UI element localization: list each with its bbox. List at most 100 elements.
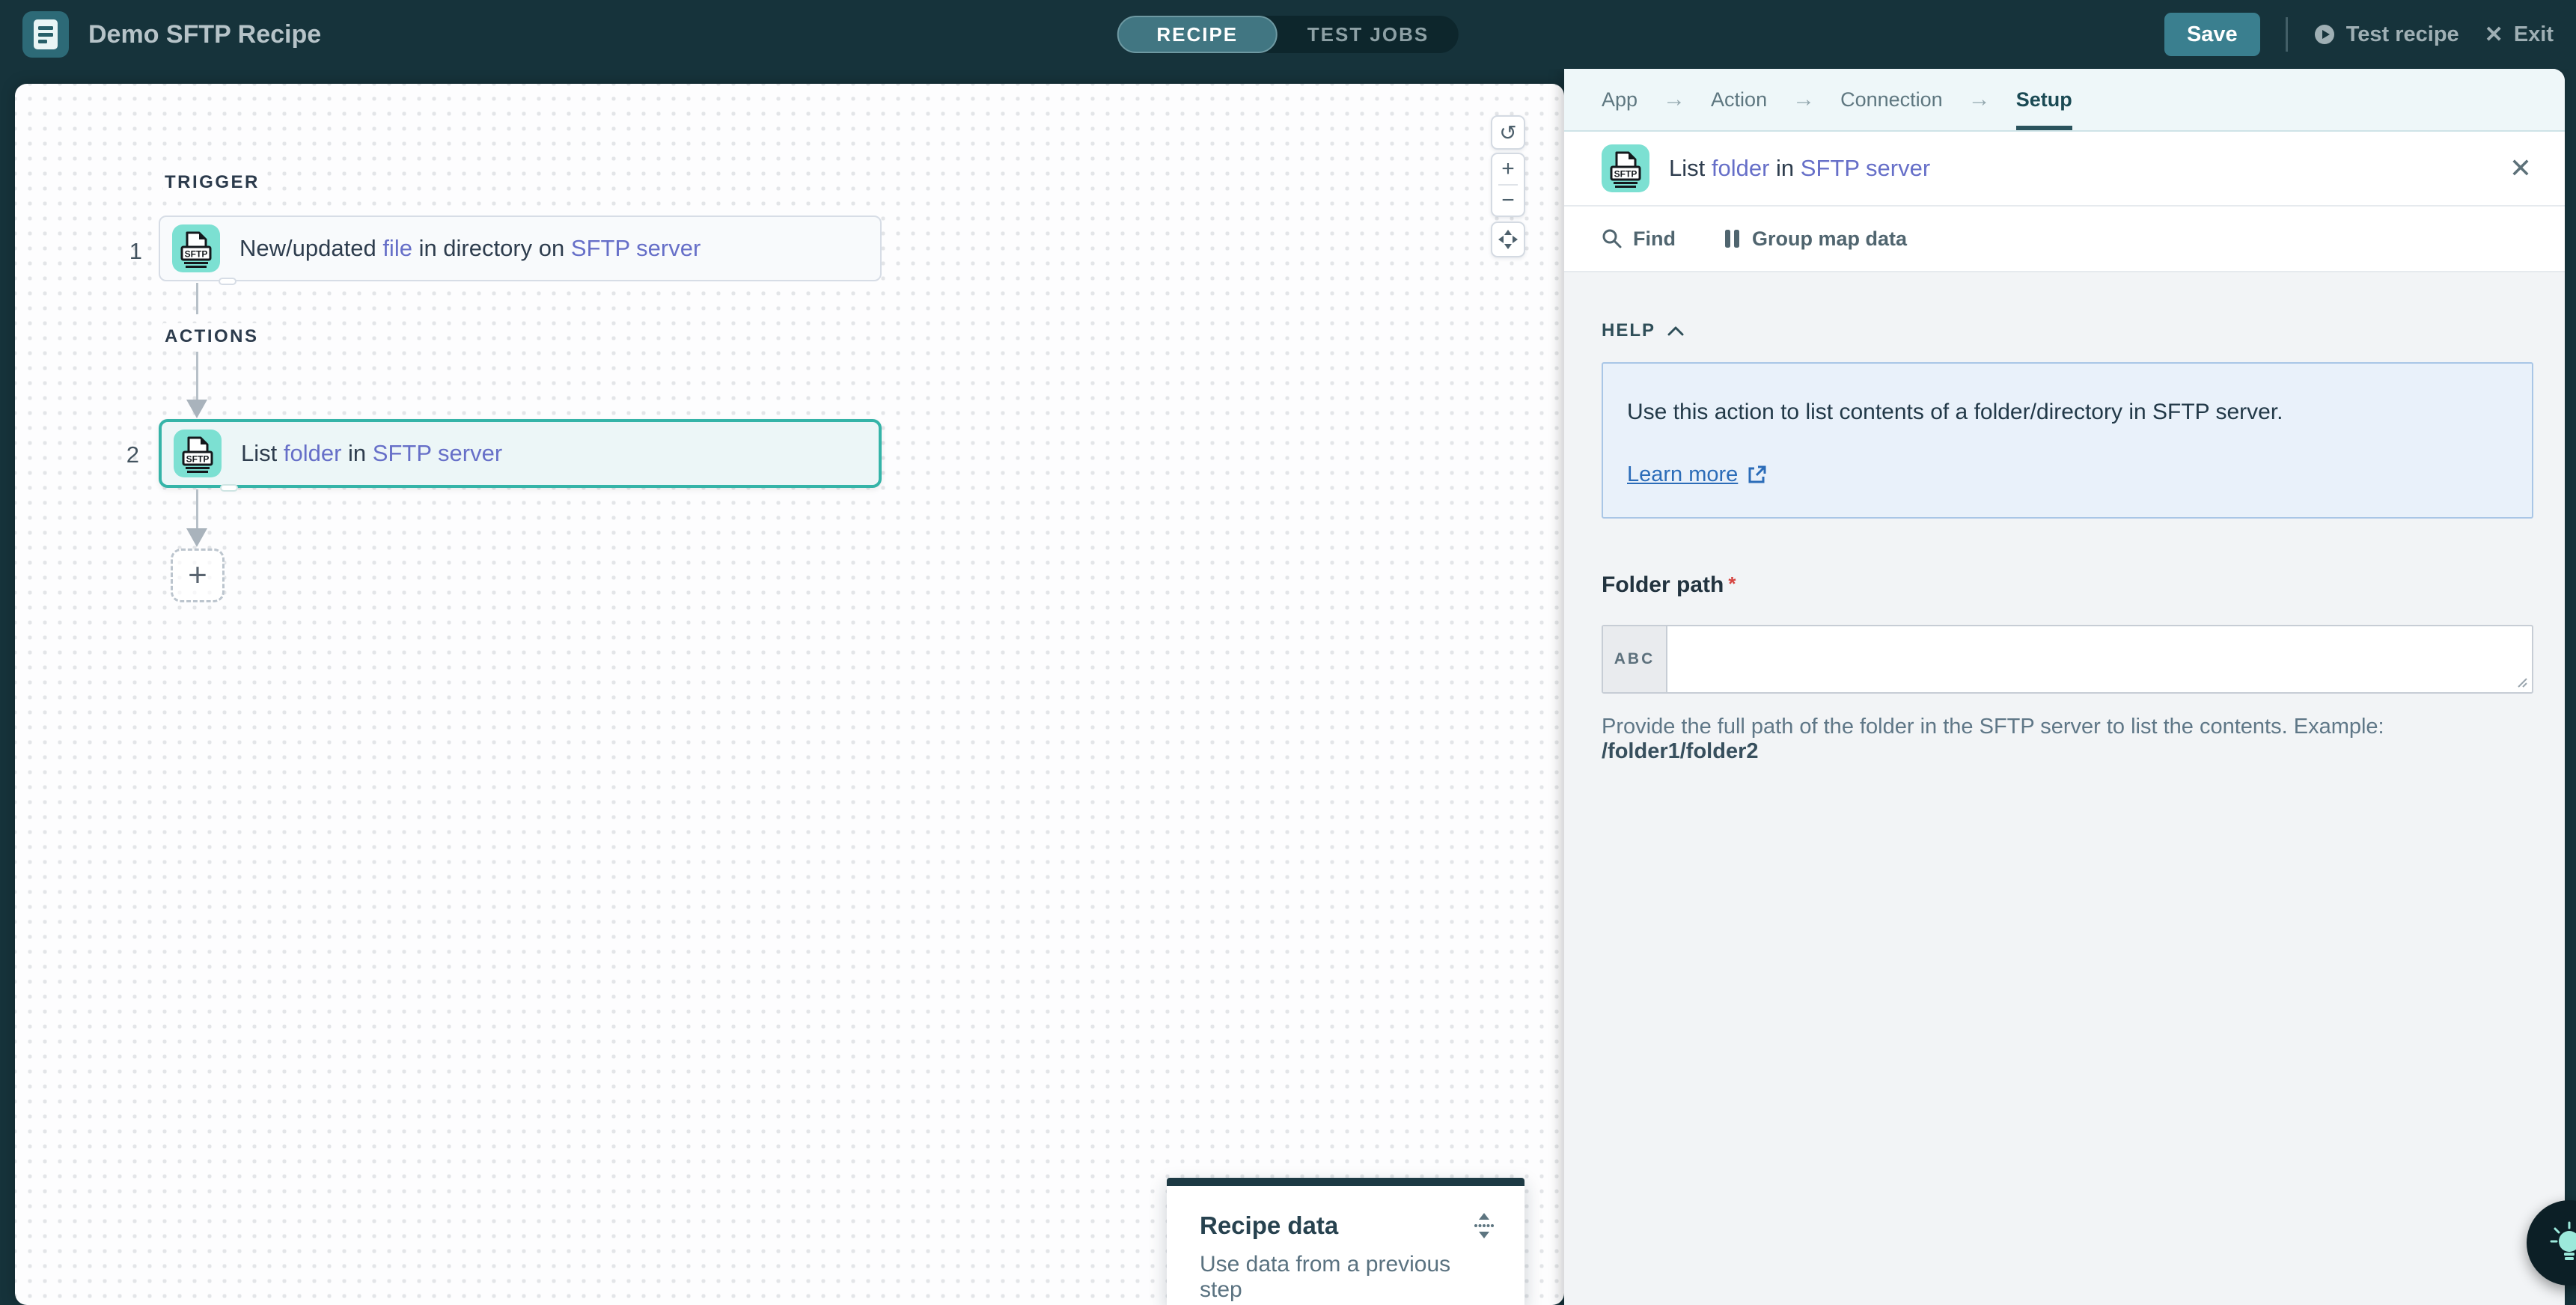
trigger-step-card[interactable]: SFTP New/updated file in directory on SF… — [159, 216, 882, 285]
tab-recipe[interactable]: RECIPE — [1117, 16, 1278, 53]
test-recipe-button[interactable]: Test recipe — [2313, 22, 2459, 47]
helper-text: Provide the full path of the folder in t… — [1602, 714, 2384, 739]
close-panel-button[interactable]: ✕ — [2509, 155, 2532, 182]
test-recipe-label: Test recipe — [2345, 22, 2459, 46]
sftp-app-icon: SFTP — [1602, 144, 1649, 192]
zoom-reset-button[interactable]: ↺ — [1491, 115, 1525, 150]
step-text-link[interactable]: SFTP server — [373, 440, 502, 466]
folder-path-input[interactable] — [1667, 626, 2532, 692]
connector-arrowhead — [186, 400, 207, 418]
top-header: Demo SFTP Recipe RECIPE TEST JOBS Save T… — [0, 0, 2576, 69]
arrow-right-icon: → — [1663, 87, 1686, 111]
folder-path-label: Folder path * — [1602, 572, 2533, 598]
page-title: Demo SFTP Recipe — [88, 19, 322, 49]
help-section-toggle[interactable]: HELP — [1602, 320, 2533, 341]
step-number: 1 — [129, 238, 142, 264]
action-step-text: List folder in SFTP server — [241, 440, 502, 467]
required-asterisk: * — [1728, 572, 1736, 595]
step-notch — [219, 278, 236, 285]
svg-text:SFTP: SFTP — [185, 249, 208, 260]
step-text-part: in directory on — [412, 235, 571, 261]
helper-example: /folder1/folder2 — [1602, 739, 1759, 763]
chevron-up-icon — [1667, 326, 1684, 336]
panel-title-row: SFTP List folder in SFTP server ✕ — [1564, 132, 2565, 207]
title-link[interactable]: folder — [1712, 155, 1770, 181]
folder-path-helper: Provide the full path of the folder in t… — [1602, 715, 2533, 764]
group-map-data-button[interactable]: Group map data — [1724, 227, 1907, 251]
connector-line — [196, 489, 198, 528]
recipe-logo-icon — [22, 11, 69, 58]
add-step-button[interactable]: + — [171, 548, 225, 602]
folder-path-label-text: Folder path — [1602, 572, 1724, 597]
title-part: in — [1769, 155, 1801, 181]
zoom-in-button[interactable]: + — [1492, 154, 1524, 184]
zoom-out-button[interactable]: − — [1492, 186, 1524, 216]
recipe-data-top-bar — [1167, 1178, 1524, 1186]
close-icon: ✕ — [2484, 22, 2503, 47]
resize-grip-icon[interactable] — [2514, 674, 2527, 688]
recipe-tabbar: RECIPE TEST JOBS — [1117, 16, 1459, 53]
minus-icon: − — [1501, 188, 1515, 213]
fit-to-screen-button[interactable] — [1491, 221, 1525, 257]
help-section-label: HELP — [1602, 320, 1656, 340]
arrow-right-icon: → — [1792, 87, 1816, 111]
help-box: Use this action to list contents of a fo… — [1602, 362, 2533, 519]
lightbulb-icon — [2550, 1221, 2576, 1260]
folder-path-field: ABC — [1602, 624, 2533, 694]
connector-arrowhead — [186, 528, 207, 547]
header-divider — [2285, 17, 2288, 52]
title-link[interactable]: SFTP server — [1801, 155, 1930, 181]
trigger-step-text: New/updated file in directory on SFTP se… — [239, 235, 701, 262]
connector-line — [196, 283, 198, 314]
panel-step-title: List folder in SFTP server — [1669, 155, 1930, 182]
document-icon — [34, 19, 58, 49]
step-config-panel: App → Action → Connection → Setup SFTP L… — [1564, 69, 2565, 1305]
connector-line — [196, 352, 198, 400]
step-text-part: List — [241, 440, 284, 466]
actions-section-label: ACTIONS — [163, 323, 266, 350]
help-text: Use this action to list contents of a fo… — [1627, 400, 2283, 424]
step-text-link[interactable]: SFTP server — [571, 235, 701, 261]
sftp-app-icon: SFTP — [172, 224, 220, 272]
panel-toolbar: Find Group map data — [1564, 207, 2565, 272]
reset-zoom-icon: ↺ — [1499, 120, 1517, 144]
breadcrumb-action[interactable]: Action — [1711, 69, 1767, 130]
search-icon — [1602, 229, 1622, 248]
title-part: List — [1669, 155, 1712, 181]
setup-breadcrumb: App → Action → Connection → Setup — [1564, 69, 2565, 132]
step-number: 2 — [126, 441, 139, 468]
step-text-link[interactable]: file — [382, 235, 412, 261]
step-text-part: New/updated — [239, 235, 383, 261]
step-text-link[interactable]: folder — [284, 440, 342, 466]
recipe-data-panel[interactable]: Recipe data Use data from a previous ste… — [1167, 1178, 1524, 1305]
group-map-data-label: Group map data — [1751, 227, 1908, 250]
breadcrumb-connection[interactable]: Connection — [1840, 69, 1943, 130]
recipe-data-subtitle: Use data from a previous step — [1200, 1252, 1451, 1302]
tab-test-jobs[interactable]: TEST JOBS — [1278, 16, 1459, 53]
play-circle-icon — [2314, 25, 2334, 44]
learn-more-link[interactable]: Learn more — [1627, 462, 1738, 487]
action-step-card-selected[interactable]: SFTP List folder in SFTP server — [159, 419, 882, 492]
zoom-group: + − — [1491, 153, 1525, 217]
recipe-canvas[interactable]: TRIGGER 1 SFTP New/updated file in direc… — [15, 84, 1564, 1305]
arrow-right-icon: → — [1968, 87, 1991, 111]
group-map-data-icon — [1724, 230, 1739, 248]
trigger-section-label: TRIGGER — [163, 169, 267, 196]
save-button[interactable]: Save — [2164, 13, 2260, 56]
header-actions: Save Test recipe ✕ Exit — [2164, 13, 2554, 56]
plus-icon: + — [1501, 156, 1515, 181]
plus-icon: + — [188, 557, 207, 593]
breadcrumb-setup[interactable]: Setup — [2015, 69, 2072, 130]
fit-screen-icon — [1498, 230, 1518, 249]
step-text-part: in — [341, 440, 373, 466]
recipe-data-title: Recipe data — [1200, 1211, 1339, 1239]
find-button[interactable]: Find — [1602, 227, 1676, 251]
exit-button[interactable]: ✕ Exit — [2485, 22, 2554, 48]
drag-handle-icon[interactable] — [1472, 1212, 1496, 1239]
breadcrumb-app[interactable]: App — [1602, 69, 1638, 130]
panel-body: HELP Use this action to list contents of… — [1564, 272, 2565, 764]
svg-text:SFTP: SFTP — [1614, 169, 1638, 180]
find-label: Find — [1633, 227, 1676, 250]
svg-text:SFTP: SFTP — [186, 454, 210, 465]
exit-label: Exit — [2513, 22, 2554, 46]
